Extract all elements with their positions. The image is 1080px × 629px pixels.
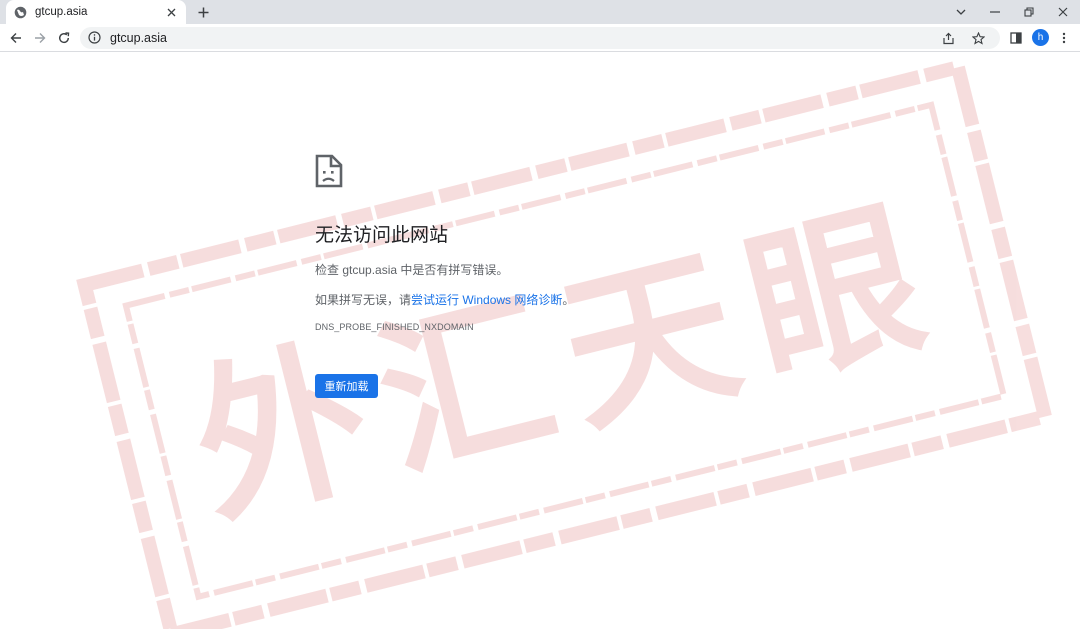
error-title: 无法访问此网站 xyxy=(315,225,449,246)
hint-prefix: 如果拼写无误，请 xyxy=(315,293,412,307)
tab-title: gtcup.asia xyxy=(35,6,88,18)
tab-search-chevron-icon[interactable] xyxy=(946,0,976,24)
browser-tab[interactable]: gtcup.asia xyxy=(6,0,186,24)
sad-page-icon xyxy=(315,154,343,188)
check-suffix: 中是否有拼写错误。 xyxy=(397,263,509,277)
profile-avatar[interactable]: h xyxy=(1032,29,1049,46)
restore-icon[interactable] xyxy=(1014,0,1044,24)
address-bar[interactable]: gtcup.asia xyxy=(80,27,1000,49)
new-tab-icon[interactable] xyxy=(194,3,212,21)
side-panel-icon[interactable] xyxy=(1006,28,1026,48)
menu-kebab-icon[interactable] xyxy=(1054,28,1074,48)
close-tab-icon[interactable] xyxy=(164,5,178,19)
close-window-icon[interactable] xyxy=(1048,0,1078,24)
error-code: DNS_PROBE_FINISHED_NXDOMAIN xyxy=(315,322,474,332)
spelling-check-text: 检查 gtcup.asia 中是否有拼写错误。 xyxy=(315,262,835,278)
globe-icon xyxy=(14,6,27,19)
browser-toolbar: gtcup.asia h xyxy=(0,24,1080,52)
url-text[interactable]: gtcup.asia xyxy=(110,31,940,45)
hint-suffix: 。 xyxy=(562,293,575,307)
tab-strip: gtcup.asia xyxy=(0,0,1080,24)
minimize-icon[interactable] xyxy=(980,0,1010,24)
reload-button[interactable]: 重新加载 xyxy=(315,374,378,398)
reload-icon[interactable] xyxy=(54,28,74,48)
diagnostics-hint: 如果拼写无误，请尝试运行 Windows 网络诊断。 xyxy=(315,292,835,308)
bookmark-star-icon[interactable] xyxy=(970,30,986,46)
check-prefix: 检查 xyxy=(315,263,343,277)
share-icon[interactable] xyxy=(940,30,956,46)
site-info-icon[interactable] xyxy=(88,31,102,45)
error-content: 无法访问此网站 检查 gtcup.asia 中是否有拼写错误。 如果拼写无误，请… xyxy=(315,154,835,398)
check-domain: gtcup.asia xyxy=(342,263,398,277)
forward-arrow-icon[interactable] xyxy=(30,28,50,48)
back-arrow-icon[interactable] xyxy=(6,28,26,48)
network-diagnostics-link[interactable]: 尝试运行 Windows 网络诊断 xyxy=(411,293,562,307)
